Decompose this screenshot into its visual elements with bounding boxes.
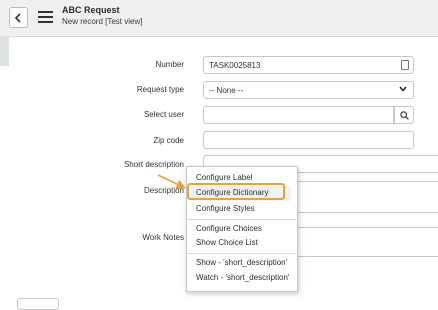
menu-item-show-choice-list[interactable]: Show Choice List <box>196 238 258 247</box>
menu-item-show-field[interactable]: Show - 'short_description' <box>196 258 287 267</box>
menu-item-configure-label[interactable]: Configure Label <box>196 173 252 182</box>
menu-divider <box>187 253 297 254</box>
menu-item-configure-choices[interactable]: Configure Choices <box>196 224 262 233</box>
menu-divider <box>187 219 297 220</box>
menu-item-watch-field[interactable]: Watch - 'short_description' <box>196 273 289 282</box>
bottom-button[interactable] <box>17 298 59 310</box>
highlight-annotation-box <box>187 183 285 200</box>
menu-item-configure-styles[interactable]: Configure Styles <box>196 204 255 213</box>
